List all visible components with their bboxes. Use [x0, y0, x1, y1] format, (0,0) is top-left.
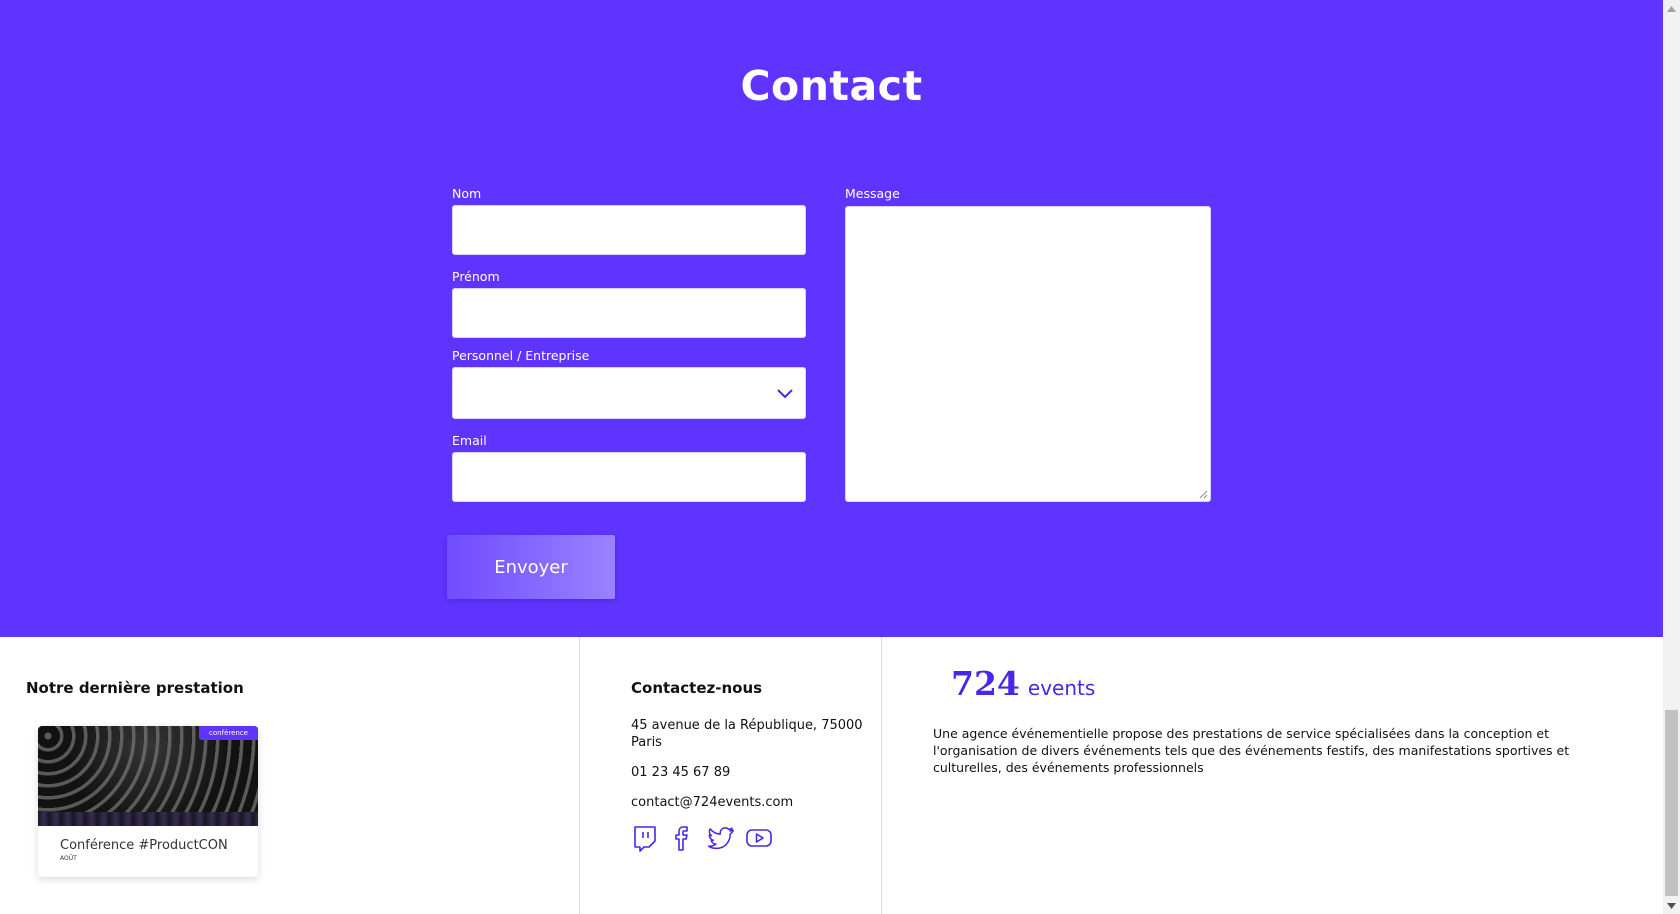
- event-card[interactable]: conférence Conférence #ProductCON AOÛT: [38, 726, 258, 877]
- contact-email[interactable]: contact@724events.com: [631, 794, 793, 811]
- nom-input[interactable]: [452, 205, 806, 255]
- vertical-scrollbar[interactable]: [1663, 0, 1680, 914]
- event-date: AOÛT: [60, 855, 77, 862]
- phone-number: 01 23 45 67 89: [631, 765, 731, 780]
- event-image: [38, 726, 258, 826]
- email-label: Email: [452, 433, 487, 448]
- event-image-crowd: [38, 812, 258, 826]
- event-title: Conférence #ProductCON: [60, 838, 228, 853]
- scroll-down-icon[interactable]: [1663, 897, 1680, 914]
- latest-event-heading: Notre dernière prestation: [26, 679, 244, 697]
- address-line-2: Paris: [631, 735, 662, 750]
- footer-divider: [881, 637, 882, 914]
- brand-logo[interactable]: 724 events: [951, 664, 1095, 703]
- address-line-1: 45 avenue de la République, 75000: [631, 718, 863, 733]
- event-category-badge: conférence: [199, 726, 258, 740]
- contact-section: Contact Nom Prénom Personnel / Entrepris…: [0, 0, 1663, 637]
- scrollbar-thumb[interactable]: [1665, 710, 1678, 896]
- type-label: Personnel / Entreprise: [452, 348, 590, 363]
- type-select[interactable]: [452, 367, 806, 419]
- footer-divider: [579, 637, 580, 914]
- prenom-label: Prénom: [452, 269, 500, 284]
- brand-logo-word: events: [1027, 676, 1096, 700]
- scroll-up-icon[interactable]: [1663, 0, 1680, 17]
- chevron-down-icon: [777, 389, 793, 399]
- email-field[interactable]: [452, 452, 806, 502]
- brand-logo-number: 724: [951, 664, 1020, 703]
- message-textarea[interactable]: [845, 206, 1211, 502]
- send-button[interactable]: Envoyer: [447, 535, 615, 599]
- twitch-icon[interactable]: [631, 824, 659, 852]
- social-links: [631, 824, 773, 852]
- facebook-icon[interactable]: [669, 824, 697, 852]
- footer: Notre dernière prestation conférence Con…: [0, 637, 1663, 914]
- page-title: Contact: [740, 62, 923, 110]
- resize-handle-icon[interactable]: [1199, 490, 1208, 499]
- prenom-input[interactable]: [452, 288, 806, 338]
- nom-label: Nom: [452, 186, 482, 201]
- twitter-icon[interactable]: [707, 824, 735, 852]
- youtube-icon[interactable]: [745, 824, 773, 852]
- contact-us-heading: Contactez-nous: [631, 679, 763, 697]
- brand-description: Une agence événementielle propose des pr…: [933, 726, 1570, 775]
- message-label: Message: [845, 186, 900, 201]
